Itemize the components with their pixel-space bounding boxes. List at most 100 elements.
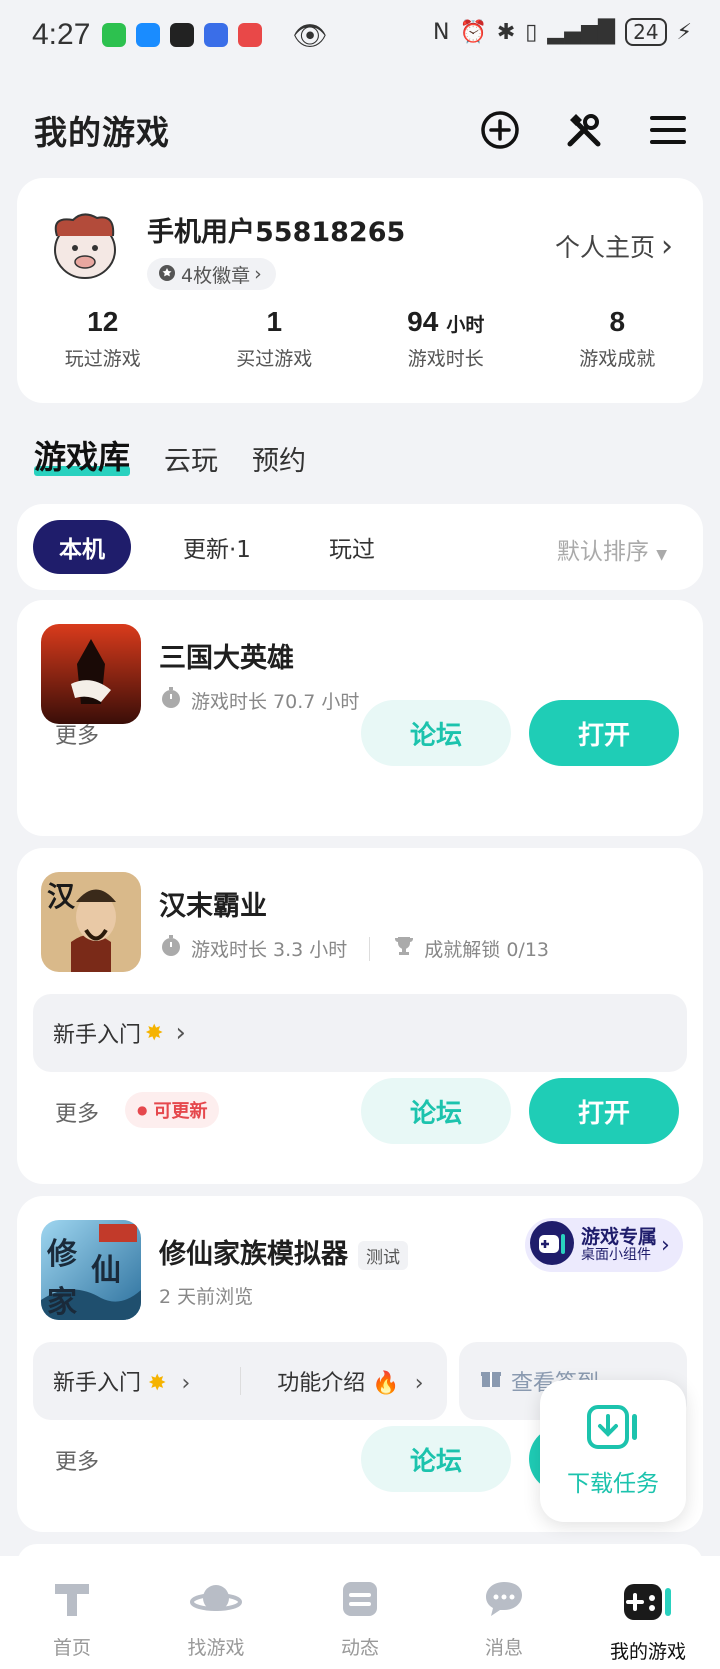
features-label: 功能介绍: [277, 1371, 366, 1396]
menu-icon[interactable]: [646, 108, 690, 152]
nav-label: 首页: [52, 1637, 91, 1659]
stat-label: 买过游戏: [236, 348, 313, 370]
features-link[interactable]: 功能介绍 🔥 ›: [277, 1365, 423, 1397]
page-header: 我的游戏: [34, 105, 690, 155]
homepage-link[interactable]: 个人主页 ›: [555, 228, 673, 264]
more-link[interactable]: 更多: [55, 1096, 99, 1128]
nav-my-games[interactable]: 我的游戏: [576, 1556, 720, 1669]
stat-bought-games[interactable]: 1 买过游戏: [189, 306, 361, 371]
game-name: 修仙家族模拟器 测试: [159, 1232, 408, 1271]
update-badge-label: 可更新: [153, 1101, 208, 1122]
gamepad-icon: [622, 1578, 674, 1629]
more-link[interactable]: 更多: [55, 718, 99, 750]
caret-down-icon: ▼: [656, 547, 667, 563]
test-tag: 测试: [358, 1241, 408, 1270]
library-tabs: 游戏库 云玩 预约: [34, 432, 306, 478]
badge-count-pill[interactable]: 4枚徽章 ›: [147, 258, 276, 290]
app-icon: [204, 23, 229, 47]
bottom-nav: 首页 找游戏 动态 消息 我的游戏: [0, 1556, 720, 1669]
sort-dropdown[interactable]: 默认排序 ▼: [557, 532, 667, 566]
achievement-label: 成就解锁 0/13: [424, 939, 550, 961]
avatar[interactable]: [43, 206, 127, 286]
nav-label: 我的游戏: [609, 1641, 686, 1663]
tab-game-library[interactable]: 游戏库: [34, 432, 131, 478]
gamepad-icon: [529, 1220, 575, 1270]
dot-icon: ●: [137, 1103, 148, 1117]
qq-icon: [170, 23, 195, 47]
profile-stats: 12 玩过游戏 1 买过游戏 94 小时 游戏时长 8 游戏成就: [17, 306, 703, 371]
beginner-guide-bar[interactable]: 新手入门 ✸ ›: [33, 994, 687, 1072]
nav-label: 动态: [340, 1637, 379, 1659]
game-icon[interactable]: 汉: [41, 872, 141, 972]
guide-label: 新手入门: [53, 1023, 142, 1048]
nav-feed[interactable]: 动态: [288, 1556, 432, 1669]
stat-achievements[interactable]: 8 游戏成就: [532, 306, 704, 371]
nav-label: 消息: [484, 1637, 523, 1659]
stat-playtime[interactable]: 94 小时 游戏时长: [360, 306, 532, 371]
update-available-badge[interactable]: ● 可更新: [125, 1092, 220, 1128]
stat-label: 玩过游戏: [64, 348, 141, 370]
filter-chip-played[interactable]: 玩过: [303, 520, 401, 574]
chevron-right-icon: ›: [254, 263, 262, 285]
forum-button[interactable]: 论坛: [361, 1426, 511, 1492]
message-icon: [483, 1578, 525, 1625]
chevron-right-icon: ›: [661, 1232, 670, 1258]
game-name-text: 修仙家族模拟器: [159, 1239, 348, 1270]
forum-button[interactable]: 论坛: [361, 1078, 511, 1144]
desktop-widget-pill[interactable]: 游戏专属 桌面小组件 ›: [525, 1218, 683, 1272]
profile-card: 手机用户55818265 4枚徽章 › 个人主页 › 12 玩过游戏 1 买过游…: [17, 178, 703, 403]
guide-link[interactable]: 新手入门 ✸ ›: [53, 1365, 190, 1397]
filter-chip-updates[interactable]: 更新·1: [157, 520, 277, 574]
playtime-label: 游戏时长 70.7 小时: [191, 691, 360, 713]
status-indicators: N ⏰ ✱ ▯ ▂▄▆█ 24 ⚡: [433, 18, 692, 46]
download-icon: [586, 1404, 640, 1454]
stat-value: 94: [407, 306, 439, 337]
add-circle-icon[interactable]: [478, 108, 522, 152]
game-icon[interactable]: [41, 624, 141, 724]
charging-icon: ⚡: [676, 19, 692, 45]
username: 手机用户55818265: [147, 217, 406, 248]
eye-icon: 👁: [292, 18, 328, 52]
tools-icon[interactable]: [562, 108, 606, 152]
app-icon: [238, 23, 263, 47]
sort-label: 默认排序: [556, 539, 649, 565]
battery-icon: 24: [625, 18, 667, 46]
nav-discover[interactable]: 找游戏: [144, 1556, 288, 1669]
stat-played-games[interactable]: 12 玩过游戏: [17, 306, 189, 371]
signal-icon: ▂▄▆█: [547, 19, 616, 45]
tab-cloud-play[interactable]: 云玩: [164, 439, 218, 478]
stopwatch-icon: [159, 934, 183, 963]
nav-home[interactable]: 首页: [0, 1556, 144, 1669]
chevron-right-icon: ›: [414, 1371, 424, 1396]
game-meta: 游戏时长 3.3 小时 成就解锁 0/13: [159, 934, 549, 963]
stat-value: 8: [609, 306, 626, 337]
game-icon[interactable]: 修 仙 家: [41, 1220, 141, 1320]
stat-unit: 小时: [446, 314, 485, 336]
svg-text:修: 修: [46, 1237, 78, 1272]
filter-chip-local[interactable]: 本机: [33, 520, 131, 574]
download-tasks-button[interactable]: 下载任务: [540, 1380, 686, 1522]
open-button[interactable]: 打开: [529, 700, 679, 766]
chat-icon: [136, 23, 161, 47]
feed-icon: [339, 1578, 381, 1625]
stat-value: 12: [87, 306, 119, 337]
divider: [369, 936, 371, 961]
status-app-icons: [102, 23, 263, 47]
stopwatch-icon: [159, 686, 183, 715]
tab-reservations[interactable]: 预约: [252, 439, 306, 478]
nav-messages[interactable]: 消息: [432, 1556, 576, 1669]
forum-button[interactable]: 论坛: [361, 700, 511, 766]
guide-label: 新手入门: [53, 1371, 142, 1396]
stat-label: 游戏时长: [407, 348, 484, 370]
more-link[interactable]: 更多: [55, 1444, 99, 1476]
widget-title: 游戏专属: [581, 1225, 658, 1248]
stat-label: 游戏成就: [579, 348, 656, 370]
gift-icon: [479, 1366, 503, 1396]
open-button[interactable]: 打开: [529, 1078, 679, 1144]
divider: [240, 1367, 242, 1395]
planet-icon: [190, 1578, 242, 1625]
vibrate-icon: ▯: [525, 19, 538, 45]
page-title: 我的游戏: [34, 113, 170, 152]
status-time: 4:27: [32, 18, 91, 51]
game-meta: 游戏时长 70.7 小时: [159, 686, 359, 715]
